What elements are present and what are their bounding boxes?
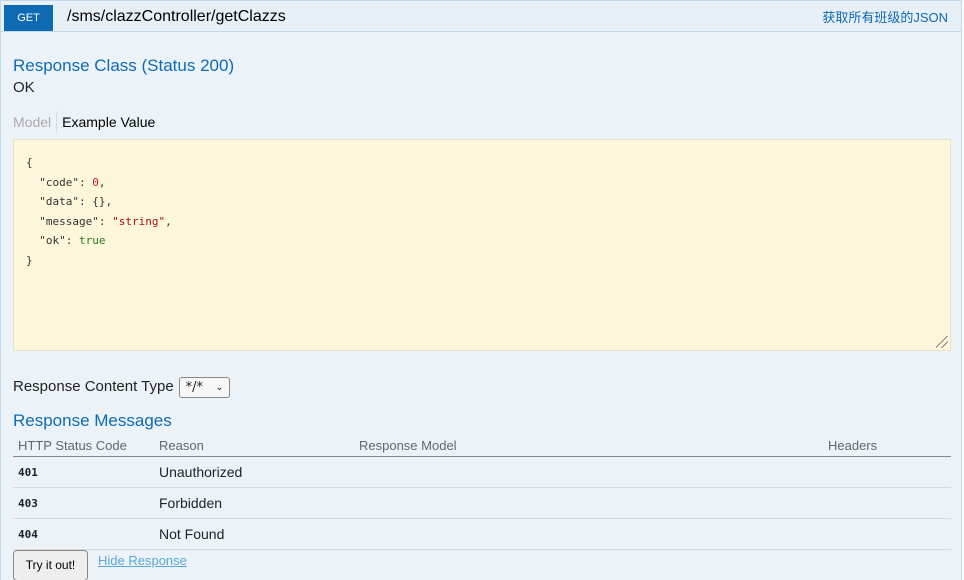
status-code-cell: 404 bbox=[13, 518, 154, 550]
json-line: "ok": true bbox=[39, 234, 106, 247]
json-value: {} bbox=[92, 195, 106, 208]
response-content-type-label: Response Content Type bbox=[13, 378, 174, 395]
column-header: Reason bbox=[154, 435, 354, 457]
json-key: "message" bbox=[39, 214, 99, 228]
status-code-cell: 403 bbox=[13, 487, 154, 519]
json-line: "data": {}, bbox=[39, 195, 113, 208]
reason-cell: Forbidden bbox=[154, 487, 354, 519]
example-value-snippet[interactable]: { "code": 0, "data": {}, "message": "str… bbox=[13, 139, 951, 351]
chevron-down-icon: ⌄ bbox=[215, 381, 224, 393]
headers-cell bbox=[823, 518, 951, 550]
http-method-badge[interactable]: GET bbox=[4, 5, 53, 31]
operation-panel: GET /sms/clazzController/getClazzs 获取所有班… bbox=[0, 0, 962, 580]
headers-cell bbox=[823, 456, 951, 488]
json-value: true bbox=[79, 234, 106, 247]
column-header: Response Model bbox=[354, 435, 823, 457]
response-class-title: Response Class (Status 200) bbox=[13, 56, 235, 75]
content-type-selected: */* bbox=[185, 379, 204, 395]
headers-cell bbox=[823, 487, 951, 519]
json-separator: , bbox=[105, 195, 113, 208]
json-value: "string" bbox=[112, 214, 166, 228]
reason-cell: Unauthorized bbox=[154, 456, 354, 488]
json-value: 0 bbox=[92, 175, 99, 189]
hide-response-link[interactable]: Hide Response bbox=[98, 552, 187, 570]
status-code-cell: 401 bbox=[13, 456, 154, 488]
json-key: "ok" bbox=[39, 234, 66, 247]
signature-tabs: Model Example Value bbox=[13, 111, 155, 133]
column-header: HTTP Status Code bbox=[13, 435, 154, 457]
table-header-row: HTTP Status Code Reason Response Model H… bbox=[13, 435, 951, 457]
response-status-text: OK bbox=[13, 79, 35, 96]
tab-example-value[interactable]: Example Value bbox=[57, 111, 155, 133]
json-open-brace: { bbox=[26, 156, 33, 169]
json-separator: , bbox=[98, 175, 106, 189]
json-line: "code": 0, bbox=[39, 175, 106, 189]
tab-model[interactable]: Model bbox=[13, 111, 58, 133]
endpoint-path[interactable]: /sms/clazzController/getClazzs bbox=[67, 6, 286, 28]
operation-heading: GET /sms/clazzController/getClazzs 获取所有班… bbox=[1, 1, 961, 32]
response-messages-table: HTTP Status Code Reason Response Model H… bbox=[13, 435, 951, 550]
model-cell bbox=[354, 487, 823, 519]
reason-cell: Not Found bbox=[154, 518, 354, 550]
table-row: 401 Unauthorized bbox=[13, 456, 951, 488]
response-content-type: Response Content Type */* ⌄ bbox=[13, 376, 230, 398]
try-it-out-button[interactable]: Try it out! bbox=[13, 550, 88, 580]
json-key: "code" bbox=[39, 175, 79, 189]
json-key: "data" bbox=[39, 195, 79, 208]
json-close-brace: } bbox=[26, 253, 33, 267]
model-cell bbox=[354, 456, 823, 488]
content-type-select[interactable]: */* ⌄ bbox=[178, 376, 230, 398]
resize-handle-icon[interactable] bbox=[936, 336, 948, 348]
response-messages-title: Response Messages bbox=[13, 411, 172, 430]
model-cell bbox=[354, 518, 823, 550]
table-row: 403 Forbidden bbox=[13, 487, 951, 519]
table-row: 404 Not Found bbox=[13, 518, 951, 550]
json-line: "message": "string", bbox=[39, 214, 172, 228]
column-header: Headers bbox=[823, 435, 951, 457]
operation-summary[interactable]: 获取所有班级的JSON bbox=[822, 9, 948, 27]
json-separator: , bbox=[165, 214, 172, 228]
